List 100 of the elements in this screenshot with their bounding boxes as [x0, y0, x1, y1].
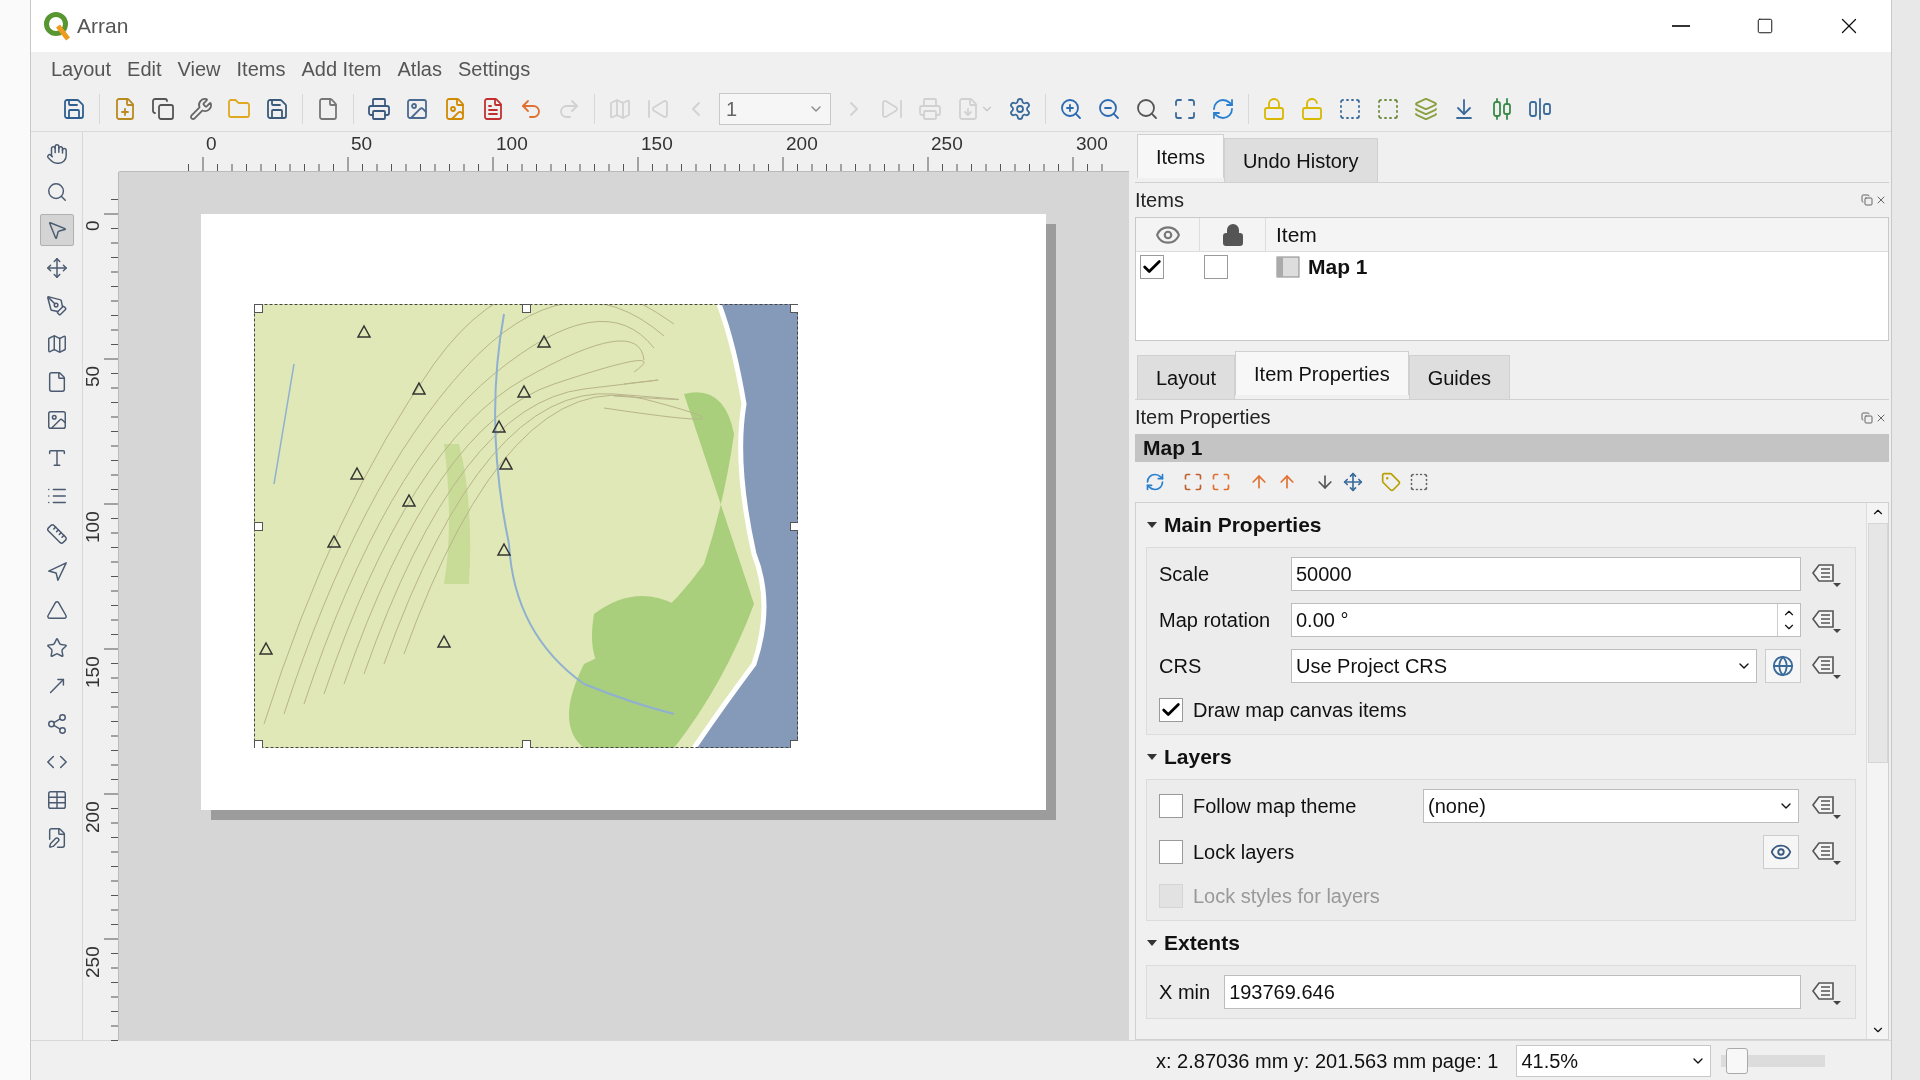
menu-item[interactable]: Atlas [391, 54, 448, 84]
globe-icon [1772, 655, 1794, 677]
menu-item[interactable]: Add Item [295, 54, 388, 84]
float-icon[interactable] [1861, 194, 1873, 206]
crs-select-button[interactable] [1765, 649, 1801, 683]
field-label: Scale [1159, 563, 1211, 585]
ruler-label: 0 [206, 134, 217, 153]
scroll-thumb[interactable] [1867, 523, 1888, 763]
printer-icon [367, 96, 391, 121]
maximize-icon [1756, 17, 1774, 35]
select-tool[interactable] [39, 214, 74, 246]
zoom-dropdown[interactable]: 41.5% [1516, 1044, 1712, 1077]
zoom-actual-icon [1135, 96, 1159, 121]
distribute-icon [1528, 96, 1552, 121]
add-scalebar-icon [45, 523, 68, 545]
checkbox[interactable] [1204, 255, 1228, 279]
ruler-label: 200 [83, 801, 102, 833]
ruler-label: 300 [1076, 134, 1108, 153]
lock-icon [1220, 222, 1245, 247]
window-title: Arran [77, 13, 129, 40]
checkbox[interactable] [1159, 794, 1183, 818]
checkbox-label: Draw map canvas items [1193, 698, 1407, 723]
duplicate-icon [151, 96, 175, 121]
dropdown[interactable]: Use Project CRS [1291, 649, 1757, 683]
add-marker-icon [45, 637, 68, 659]
checkbox-label: Lock styles for layers [1193, 884, 1380, 909]
atlas-preview-icon [608, 96, 632, 121]
close-icon[interactable] [1875, 194, 1887, 206]
new-page-icon [316, 96, 340, 121]
align-icon [1490, 96, 1514, 121]
section-header[interactable]: Extents [1146, 921, 1856, 965]
section-header[interactable]: Layers [1146, 735, 1856, 779]
dock-title: Item Properties [1135, 405, 1271, 430]
menu-item[interactable]: Edit [121, 54, 168, 84]
tab[interactable]: Items [1137, 134, 1224, 178]
edit-nodes-icon [45, 295, 68, 317]
section-header[interactable]: Main Properties [1146, 503, 1856, 547]
ruler-label: 100 [496, 134, 528, 153]
scrollbar[interactable] [1866, 503, 1888, 1039]
atlas-settings-icon [1008, 96, 1032, 121]
close-icon[interactable] [1875, 412, 1887, 424]
field-label: X min [1159, 981, 1212, 1003]
ruler-label: 0 [83, 220, 102, 231]
field-label: CRS [1159, 655, 1203, 677]
page-field[interactable]: 1 [719, 92, 831, 125]
checkbox[interactable] [1140, 255, 1164, 279]
tab[interactable]: Undo History [1223, 138, 1378, 182]
menu-item[interactable]: Layout [45, 54, 118, 84]
zoom-full-icon [1173, 96, 1197, 121]
save-icon [62, 96, 86, 121]
field-label: Map rotation [1159, 609, 1272, 631]
item-row[interactable]: Map 1 [1136, 252, 1888, 282]
ruler-label: 200 [786, 134, 818, 153]
menu-item[interactable]: Items [230, 54, 292, 84]
add-shape-icon [45, 599, 68, 621]
checkbox[interactable] [1159, 698, 1183, 722]
slider-thumb[interactable] [1725, 1047, 1748, 1074]
ruler-label: 150 [641, 134, 673, 153]
pan-icon [45, 143, 68, 165]
float-icon[interactable] [1861, 412, 1873, 424]
add-polyline-icon [45, 713, 68, 735]
svg-export-icon [443, 96, 467, 121]
ruler-label: 250 [83, 946, 102, 978]
new-file-icon [113, 96, 137, 121]
column-header: Item [1275, 221, 1317, 248]
add-table-icon [45, 789, 68, 811]
layer-visibility-button[interactable] [1763, 835, 1799, 869]
refresh-icon[interactable] [1145, 472, 1165, 492]
text-field[interactable]: 50000 [1291, 557, 1801, 591]
tab[interactable]: Guides [1408, 355, 1511, 399]
lock-icon [1262, 96, 1286, 121]
checkbox-label: Lock layers [1193, 840, 1296, 865]
tab[interactable]: Item Properties [1235, 351, 1409, 395]
checkbox[interactable] [1159, 840, 1183, 864]
unlock-icon [1300, 96, 1324, 121]
refresh-icon [1211, 96, 1235, 121]
folder-icon [227, 96, 251, 121]
wrench-icon [189, 96, 213, 121]
text-field[interactable]: 193769.646 [1224, 975, 1801, 1009]
menu-item[interactable]: View [171, 54, 227, 84]
add-map-icon [45, 333, 68, 355]
image-export-icon [405, 96, 429, 121]
map-item-icon [1276, 256, 1300, 278]
dropdown[interactable]: (none) [1423, 789, 1799, 823]
menu-item[interactable]: Settings [451, 54, 537, 84]
ruler-label: 250 [931, 134, 963, 153]
overview-icon[interactable] [1409, 472, 1429, 492]
add-picture-icon [45, 409, 68, 431]
selected-item-name: Map 1 [1143, 435, 1203, 462]
app-logo-icon [43, 11, 71, 41]
spin-box[interactable]: 0.00 ° [1291, 603, 1801, 637]
tab[interactable]: Layout [1137, 355, 1236, 399]
minimize-icon [1672, 25, 1690, 27]
move-content-icon [45, 257, 68, 279]
atlas-export-icon [956, 96, 980, 121]
save-as-icon [265, 96, 289, 121]
zoom-out-icon [1097, 96, 1121, 121]
ruler-label: 50 [351, 134, 373, 153]
add-north-arrow-icon [45, 561, 68, 583]
zoom-icon [45, 181, 68, 203]
